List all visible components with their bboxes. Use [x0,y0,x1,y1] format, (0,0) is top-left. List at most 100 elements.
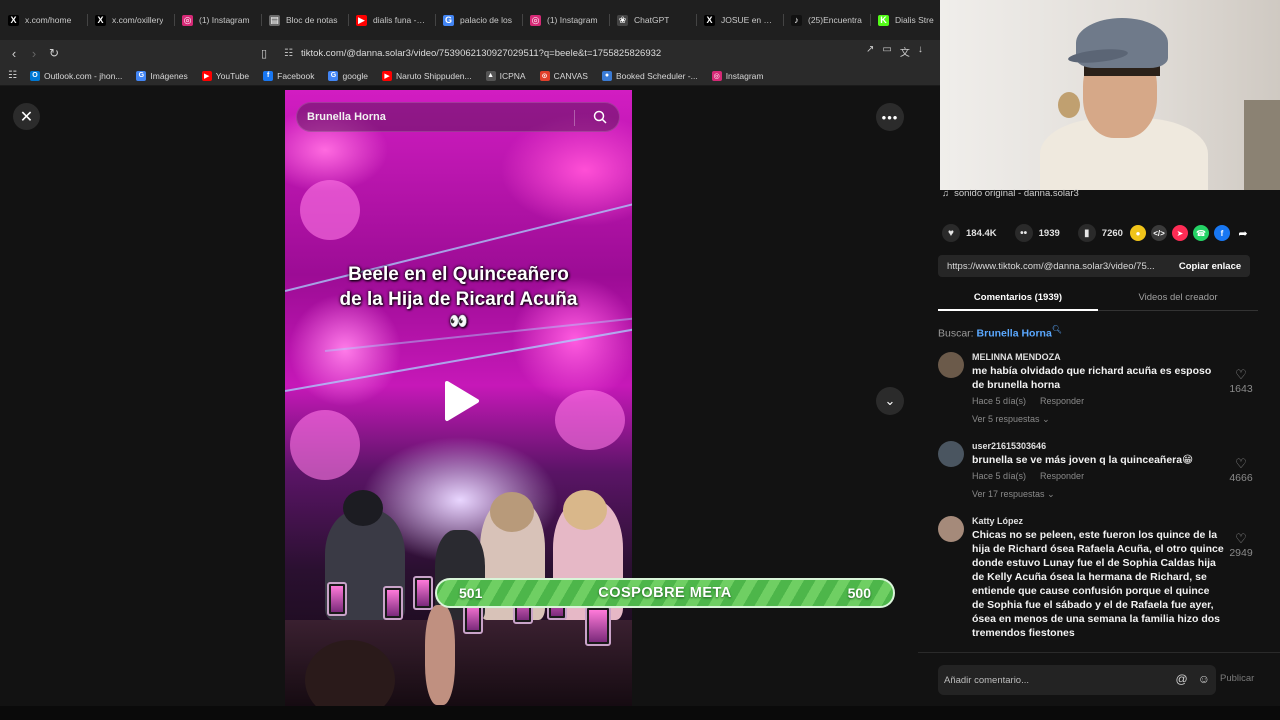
search-icon[interactable] [593,110,607,124]
comment-username[interactable]: user21615303646 [972,441,1224,451]
comment-item: MELINNA MENDOZA me había olvidado que ric… [938,352,1258,425]
bookmark-item[interactable]: ⊙ CANVAS [533,70,595,81]
heart-outline-icon[interactable]: ♡ [1226,532,1256,545]
bookmark-item[interactable]: ▶ Naruto Shippuden... [375,70,479,81]
browser-tab[interactable]: ▶ dialis funa - Yo [348,5,435,35]
sound-info[interactable]: ♫ sonido original - danna.solar3 [942,188,1079,199]
video-player[interactable]: Brunella Horna Beele en el Quinceañero d… [285,90,632,706]
stage-light [300,180,360,240]
heart-outline-icon[interactable]: ♡ [1226,457,1256,470]
install-icon[interactable]: ↓ [918,44,923,59]
comment-time: Hace 5 día(s) [972,396,1027,406]
view-replies-button[interactable]: Ver 17 respuestas ⌄ [972,489,1224,500]
performer [343,490,383,526]
bookmark-star-icon[interactable]: ▯ [254,43,274,63]
caption-line-1: Beele en el Quinceañero [348,264,569,285]
publish-button[interactable]: Publicar [1220,673,1254,684]
comment-body: user21615303646 brunella se ve más joven … [972,441,1224,500]
view-replies-label: Ver 17 respuestas [972,489,1045,499]
audience [425,605,455,705]
send-icon[interactable]: ➤ [1172,225,1188,241]
copy-link-button[interactable]: Copiar enlace [1170,261,1250,272]
chatgpt-icon: ❀ [617,14,628,26]
bookmark-item[interactable]: ● Booked Scheduler -... [595,70,705,81]
browser-tab[interactable]: ♪ (25)Encuentra [783,5,870,35]
bookmark-label: Outlook.com - jhon... [43,70,123,81]
bookmark-item[interactable]: ◎ Instagram [705,70,771,81]
bookmark-item[interactable]: f Facebook [256,70,321,81]
search-term[interactable]: Brunella Horna [977,328,1052,340]
whatsapp-icon[interactable]: ☎ [1193,225,1209,241]
bookmark-item[interactable]: ▲ ICPNA [479,70,533,81]
play-icon[interactable] [441,380,481,422]
facebook-icon[interactable]: f [1214,225,1230,241]
extension-icon[interactable]: ↗ [866,44,874,59]
share-link-url[interactable]: https://www.tiktok.com/@danna.solar3/vid… [938,261,1170,272]
site-info-icon[interactable]: ☷ [284,48,293,59]
chevron-down-icon: ⌄ [884,393,896,408]
bookmark-label: Imágenes [150,70,188,81]
bookmark-item[interactable]: Ggoogle [321,70,375,81]
comment-username[interactable]: MELINNA MENDOZA [972,352,1224,362]
video-search-bar[interactable]: Brunella Horna [296,102,620,132]
audience-phone [383,586,403,620]
facebook-icon: f [263,70,274,81]
browser-tab[interactable]: ◎ (1) Instagram [522,5,609,35]
google-icon: G [328,70,339,81]
tab-comments[interactable]: Comentarios (1939) [938,287,1098,311]
tab-creator-videos[interactable]: Videos del creador [1098,287,1258,310]
comment-like[interactable]: ♡ 4666 [1226,457,1256,484]
browser-tab-title: Bloc de notas [286,15,338,25]
browser-tab[interactable]: Xx.com/oxillery [87,5,174,35]
browser-tab-title: (1) Instagram [199,15,250,25]
avatar[interactable] [938,441,964,467]
avatar[interactable] [938,516,964,542]
avatar[interactable] [938,352,964,378]
youtube-icon: ▶ [201,70,212,81]
emoji-icon[interactable]: ☺ [1198,672,1210,686]
address-bar-actions: ↗ ▭ 文 ↓ [866,44,923,59]
bookmark-item[interactable]: ▶ YouTube [195,70,256,81]
share-more-icon[interactable]: ➦ [1235,225,1251,241]
more-options-button[interactable]: ••• [876,103,904,131]
comment-like[interactable]: ♡ 1643 [1226,368,1256,395]
reply-button[interactable]: Responder [1040,471,1084,481]
mention-icon[interactable]: @ [1176,672,1188,686]
bookmark-item[interactable]: G Imágenes [129,70,194,81]
next-video-button[interactable]: ⌄ [876,387,904,415]
close-button[interactable]: ✕ [13,103,40,130]
url-field[interactable]: ☷ tiktok.com/@danna.solar3/video/7539062… [280,43,960,63]
youtube-icon: ▶ [356,14,367,26]
browser-tab[interactable]: ❀ ChatGPT [609,5,696,35]
view-replies-button[interactable]: Ver 5 respuestas ⌄ [972,414,1224,425]
browser-tab[interactable]: Xx.com/home [0,5,87,35]
comment-item: Katty López Chicas no se peleen, este fue… [938,516,1258,640]
heart-outline-icon[interactable]: ♡ [1226,368,1256,381]
more-icon: ••• [881,109,899,125]
embed-icon[interactable]: </> [1151,225,1167,241]
cast-icon[interactable]: ▭ [882,44,891,59]
stage-light [290,410,360,480]
forward-icon[interactable]: › [24,43,44,63]
comment-icon[interactable]: •• [1014,224,1033,242]
comment-username[interactable]: Katty López [972,516,1224,526]
comment-text: me había olvidado que richard acuña es e… [972,365,1212,391]
coin-icon[interactable]: ● [1130,225,1146,241]
browser-tab[interactable]: ◎ (1) Instagram [174,5,261,35]
bookmark-icon[interactable]: ▮ [1077,224,1096,242]
reload-icon[interactable]: ↻ [44,43,64,63]
back-icon[interactable]: ‹ [4,43,24,63]
comment-meta: Hace 5 día(s) Responder [972,471,1224,481]
comment-like[interactable]: ♡ 2949 [1226,532,1256,559]
browser-tab[interactable]: Gpalacio de los [435,5,522,35]
browser-tab[interactable]: X JOSUE en X: "F [696,5,783,35]
saves-count: 7260 [1101,227,1123,239]
browser-tab[interactable]: ▤ Bloc de notas [261,5,348,35]
apps-grid-icon[interactable]: ☷ [8,70,17,81]
add-comment-input[interactable]: Añadir comentario... @ ☺ [938,665,1216,695]
search-suggestion[interactable]: Buscar: Brunella Horna🔍︎ [938,325,1062,340]
translate-icon[interactable]: 文 [900,44,910,59]
heart-icon[interactable]: ♥ [942,224,960,242]
bookmark-item[interactable]: O Outlook.com - jhon... [23,70,129,81]
reply-button[interactable]: Responder [1040,396,1084,406]
